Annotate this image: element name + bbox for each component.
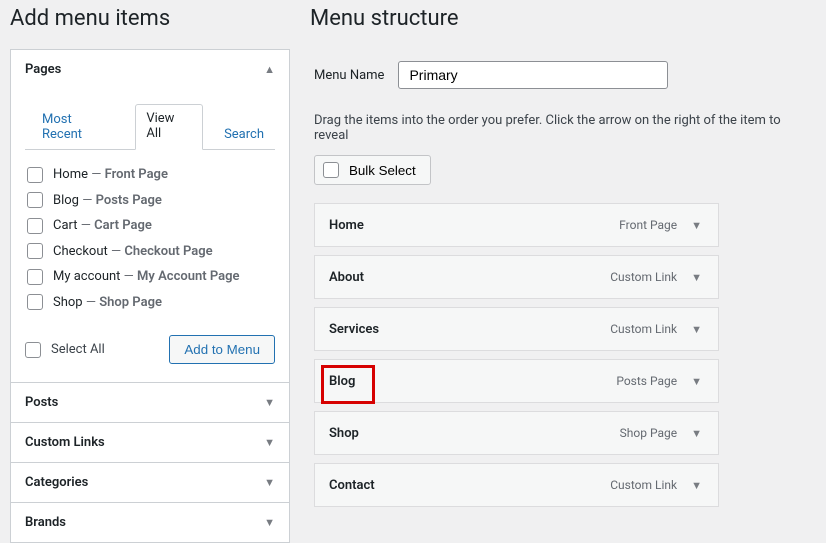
checkbox-cart[interactable] xyxy=(27,218,43,234)
bulk-select-label: Bulk Select xyxy=(349,163,416,178)
menu-name-label: Menu Name xyxy=(314,68,384,83)
panel-categories-title: Categories xyxy=(25,475,88,490)
menu-item-type: Shop Page xyxy=(620,426,677,440)
menu-item-type: Front Page xyxy=(619,218,677,232)
menu-item-type: Custom Link xyxy=(610,322,677,336)
page-item: Cart — Cart Page xyxy=(27,213,273,239)
page-item: Shop — Shop Page xyxy=(27,290,273,316)
menu-item-home[interactable]: Home Front Page ▼ xyxy=(314,203,719,247)
page-item-label: My account — My Account Page xyxy=(53,267,239,287)
chevron-down-icon[interactable]: ▼ xyxy=(687,215,706,236)
checkbox-checkout[interactable] xyxy=(27,243,43,259)
chevron-down-icon: ▼ xyxy=(264,476,275,489)
panel-pages-title: Pages xyxy=(25,62,61,77)
panel-pages: Pages ▲ Most Recent View All Search Home… xyxy=(11,50,289,382)
select-all-label: Select All xyxy=(51,342,105,357)
add-to-menu-button[interactable]: Add to Menu xyxy=(169,335,275,364)
menu-item-title: Home xyxy=(329,218,619,233)
menu-item-shop[interactable]: Shop Shop Page ▼ xyxy=(314,411,719,455)
chevron-up-icon: ▲ xyxy=(264,63,275,76)
checkbox-bulk[interactable] xyxy=(323,162,339,178)
chevron-down-icon: ▼ xyxy=(264,516,275,529)
menu-item-contact[interactable]: Contact Custom Link ▼ xyxy=(314,463,719,507)
panel-categories-header[interactable]: Categories ▼ xyxy=(11,463,289,502)
menu-item-about[interactable]: About Custom Link ▼ xyxy=(314,255,719,299)
page-item: My account — My Account Page xyxy=(27,264,273,290)
chevron-down-icon: ▼ xyxy=(264,396,275,409)
checkbox-my-account[interactable] xyxy=(27,269,43,285)
menu-item-type: Custom Link xyxy=(610,270,677,284)
chevron-down-icon[interactable]: ▼ xyxy=(687,319,706,340)
menu-item-title: Contact xyxy=(329,478,610,493)
menu-item-title: About xyxy=(329,270,610,285)
menu-item-type: Custom Link xyxy=(610,478,677,492)
page-item-label: Home — Front Page xyxy=(53,165,168,185)
page-item: Checkout — Checkout Page xyxy=(27,239,273,265)
checkbox-blog[interactable] xyxy=(27,192,43,208)
add-menu-items-heading: Add menu items xyxy=(10,6,290,31)
page-item-label: Shop — Shop Page xyxy=(53,293,162,313)
menu-item-services[interactable]: Services Custom Link ▼ xyxy=(314,307,719,351)
page-item: Home — Front Page xyxy=(27,162,273,188)
tab-most-recent[interactable]: Most Recent xyxy=(31,105,125,150)
panel-pages-header[interactable]: Pages ▲ xyxy=(11,50,289,89)
panel-posts-title: Posts xyxy=(25,395,58,410)
checkbox-shop[interactable] xyxy=(27,294,43,310)
chevron-down-icon: ▼ xyxy=(264,436,275,449)
page-item-label: Checkout — Checkout Page xyxy=(53,242,213,262)
panel-custom-links: Custom Links ▼ xyxy=(11,422,289,462)
panel-brands-title: Brands xyxy=(25,515,66,530)
panel-posts-header[interactable]: Posts ▼ xyxy=(11,383,289,422)
panel-brands-header[interactable]: Brands ▼ xyxy=(11,503,289,542)
drag-instructions: Drag the items into the order you prefer… xyxy=(310,113,816,155)
menu-item-title: Blog xyxy=(329,374,616,389)
menu-item-title: Services xyxy=(329,322,610,337)
panel-custom-links-title: Custom Links xyxy=(25,435,105,450)
checkbox-select-all[interactable] xyxy=(25,342,41,358)
panel-brands: Brands ▼ xyxy=(11,502,289,542)
panel-categories: Categories ▼ xyxy=(11,462,289,502)
panel-custom-links-header[interactable]: Custom Links ▼ xyxy=(11,423,289,462)
pages-tabs: Most Recent View All Search xyxy=(25,89,275,150)
bulk-select-button[interactable]: Bulk Select xyxy=(314,155,431,185)
menu-name-input[interactable] xyxy=(398,61,668,89)
page-item: Blog — Posts Page xyxy=(27,188,273,214)
menu-item-title: Shop xyxy=(329,426,620,441)
chevron-down-icon[interactable]: ▼ xyxy=(687,267,706,288)
menu-item-blog[interactable]: Blog Posts Page ▼ xyxy=(314,359,719,403)
panel-posts: Posts ▼ xyxy=(11,382,289,422)
select-all-row: Select All xyxy=(25,342,105,358)
checkbox-home[interactable] xyxy=(27,167,43,183)
menu-structure-heading: Menu structure xyxy=(310,6,816,31)
page-item-label: Cart — Cart Page xyxy=(53,216,152,236)
tab-view-all[interactable]: View All xyxy=(135,104,203,150)
chevron-down-icon[interactable]: ▼ xyxy=(687,371,706,392)
menu-item-type: Posts Page xyxy=(616,374,677,388)
chevron-down-icon[interactable]: ▼ xyxy=(687,423,706,444)
chevron-down-icon[interactable]: ▼ xyxy=(687,475,706,496)
tab-search[interactable]: Search xyxy=(213,120,275,150)
page-item-label: Blog — Posts Page xyxy=(53,191,162,211)
